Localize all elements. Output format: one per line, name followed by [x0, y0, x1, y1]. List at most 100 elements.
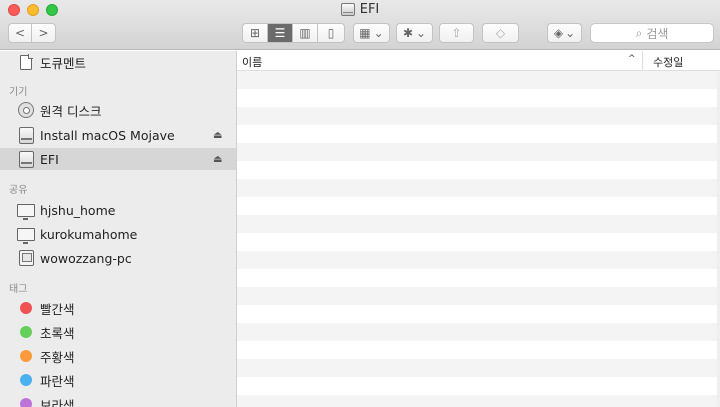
share-icon: ⇧ — [451, 26, 462, 40]
tag-color-icon — [17, 347, 35, 365]
column-divider[interactable] — [642, 51, 643, 71]
chevron-down-icon: ⌄ — [373, 26, 384, 40]
section-header-devices: 기기 — [9, 87, 28, 98]
empty-row — [237, 107, 717, 125]
tag-icon: ◇ — [495, 26, 506, 40]
column-view-button[interactable]: ▥ — [293, 24, 318, 42]
sidebar-item-install-macos[interactable]: Install macOS Mojave ⏏ — [0, 124, 236, 146]
sidebar-item-label: EFI — [40, 151, 59, 167]
sidebar-item-label: 보라색 — [40, 397, 75, 407]
empty-row — [237, 359, 717, 377]
monitor-icon — [17, 225, 35, 244]
window-title: EFI — [0, 2, 720, 17]
empty-row — [237, 233, 717, 251]
disc-icon — [17, 101, 35, 119]
sidebar-item-label: Install macOS Mojave — [40, 127, 175, 143]
sidebar-item-tag-orange[interactable]: 주황색 — [0, 345, 236, 367]
gallery-view-button[interactable]: ▯ — [318, 24, 344, 42]
forward-button[interactable]: > — [32, 24, 55, 42]
chevron-down-icon: ⌄ — [565, 26, 576, 40]
monitor-icon — [17, 201, 35, 220]
empty-row — [237, 71, 717, 89]
sidebar-item-label: kurokumahome — [40, 226, 138, 242]
sidebar-item-label: 주황색 — [40, 349, 75, 365]
empty-row — [237, 377, 717, 395]
eject-icon[interactable]: ⏏ — [213, 154, 222, 165]
back-button[interactable]: < — [9, 24, 32, 42]
sidebar-item-hjshu-home[interactable]: hjshu_home — [0, 199, 236, 221]
sidebar-item-label: 원격 디스크 — [40, 103, 102, 119]
titlebar: EFI < > ⊞ ☰ ▥ ▯ ▦ ⌄ ✱ ⌄ ⇧ ◇ ◈ ⌄ ⌕ 검색 — [0, 0, 720, 50]
column-header-modified[interactable]: 수정일 — [653, 54, 683, 70]
empty-row — [237, 125, 717, 143]
sidebar-item-kurokumahome[interactable]: kurokumahome — [0, 223, 236, 245]
sidebar: 도큐멘트 기기 원격 디스크 Install macOS Mojave ⏏ EF… — [0, 51, 237, 407]
action-button[interactable]: ✱ ⌄ — [396, 23, 433, 43]
group-by-button[interactable]: ▦ ⌄ — [353, 23, 390, 43]
sidebar-item-label: 파란색 — [40, 373, 75, 389]
sidebar-item-label: 도큐멘트 — [40, 55, 87, 71]
sort-ascending-icon: ^ — [628, 54, 636, 64]
empty-row — [237, 179, 717, 197]
chevron-right-icon: > — [38, 26, 49, 40]
tag-color-icon — [17, 395, 35, 407]
columns-icon: ▥ — [299, 26, 311, 40]
empty-row — [237, 305, 717, 323]
empty-row — [237, 323, 717, 341]
eject-icon[interactable]: ⏏ — [213, 130, 222, 141]
chevron-left-icon: < — [14, 26, 26, 40]
gallery-icon: ▯ — [327, 26, 335, 40]
empty-row — [237, 197, 717, 215]
share-button[interactable]: ⇧ — [439, 23, 474, 43]
file-rows — [237, 71, 717, 407]
empty-row — [237, 89, 717, 107]
pc-icon — [17, 249, 35, 267]
sidebar-item-label: 빨간색 — [40, 301, 75, 317]
sidebar-item-label: 초록색 — [40, 325, 75, 341]
icon-view-button[interactable]: ⊞ — [243, 24, 268, 42]
sidebar-item-tag-red[interactable]: 빨간색 — [0, 297, 236, 319]
empty-row — [237, 287, 717, 305]
empty-row — [237, 251, 717, 269]
tag-color-icon — [17, 299, 35, 317]
group-icon: ▦ — [359, 26, 371, 40]
section-header-shared: 공유 — [9, 185, 28, 196]
empty-row — [237, 143, 717, 161]
search-placeholder: 검색 — [646, 26, 669, 41]
dropbox-button[interactable]: ◈ ⌄ — [547, 23, 582, 43]
empty-row — [237, 269, 717, 287]
list-icon: ☰ — [274, 26, 286, 40]
column-header-name[interactable]: 이름 — [242, 54, 262, 70]
tag-color-icon — [17, 371, 35, 389]
view-mode-selector: ⊞ ☰ ▥ ▯ — [242, 23, 345, 43]
sidebar-item-label: wowozzang-pc — [40, 250, 132, 266]
document-icon — [17, 53, 35, 71]
drive-icon — [340, 3, 355, 16]
nav-buttons: < > — [8, 23, 56, 43]
file-list: 이름 ^ 수정일 — [237, 51, 720, 407]
grid-icon: ⊞ — [249, 26, 261, 40]
drive-icon — [17, 126, 35, 144]
sidebar-item-tag-blue[interactable]: 파란색 — [0, 369, 236, 391]
empty-row — [237, 395, 717, 407]
tag-button[interactable]: ◇ — [482, 23, 519, 43]
search-field[interactable]: ⌕ 검색 — [590, 23, 714, 43]
section-header-tags: 태그 — [9, 284, 28, 295]
dropbox-icon: ◈ — [553, 26, 564, 40]
list-view-button[interactable]: ☰ — [268, 24, 293, 42]
gear-icon: ✱ — [402, 26, 413, 40]
sidebar-item-tag-purple[interactable]: 보라색 — [0, 393, 236, 407]
window-title-label: EFI — [359, 2, 380, 17]
search-icon: ⌕ — [635, 25, 643, 40]
sidebar-item-remote-disc[interactable]: 원격 디스크 — [0, 99, 236, 121]
sidebar-item-wowozzang-pc[interactable]: wowozzang-pc — [0, 247, 236, 269]
column-header-row: 이름 ^ 수정일 — [237, 51, 720, 71]
sidebar-item-efi[interactable]: EFI ⏏ — [0, 148, 236, 170]
empty-row — [237, 161, 717, 179]
sidebar-item-tag-green[interactable]: 초록색 — [0, 321, 236, 343]
empty-row — [237, 341, 717, 359]
tag-color-icon — [17, 323, 35, 341]
empty-row — [237, 215, 717, 233]
sidebar-item-documents[interactable]: 도큐멘트 — [0, 51, 236, 73]
finder-window: EFI < > ⊞ ☰ ▥ ▯ ▦ ⌄ ✱ ⌄ ⇧ ◇ ◈ ⌄ ⌕ 검색 도큐멘… — [0, 0, 720, 407]
